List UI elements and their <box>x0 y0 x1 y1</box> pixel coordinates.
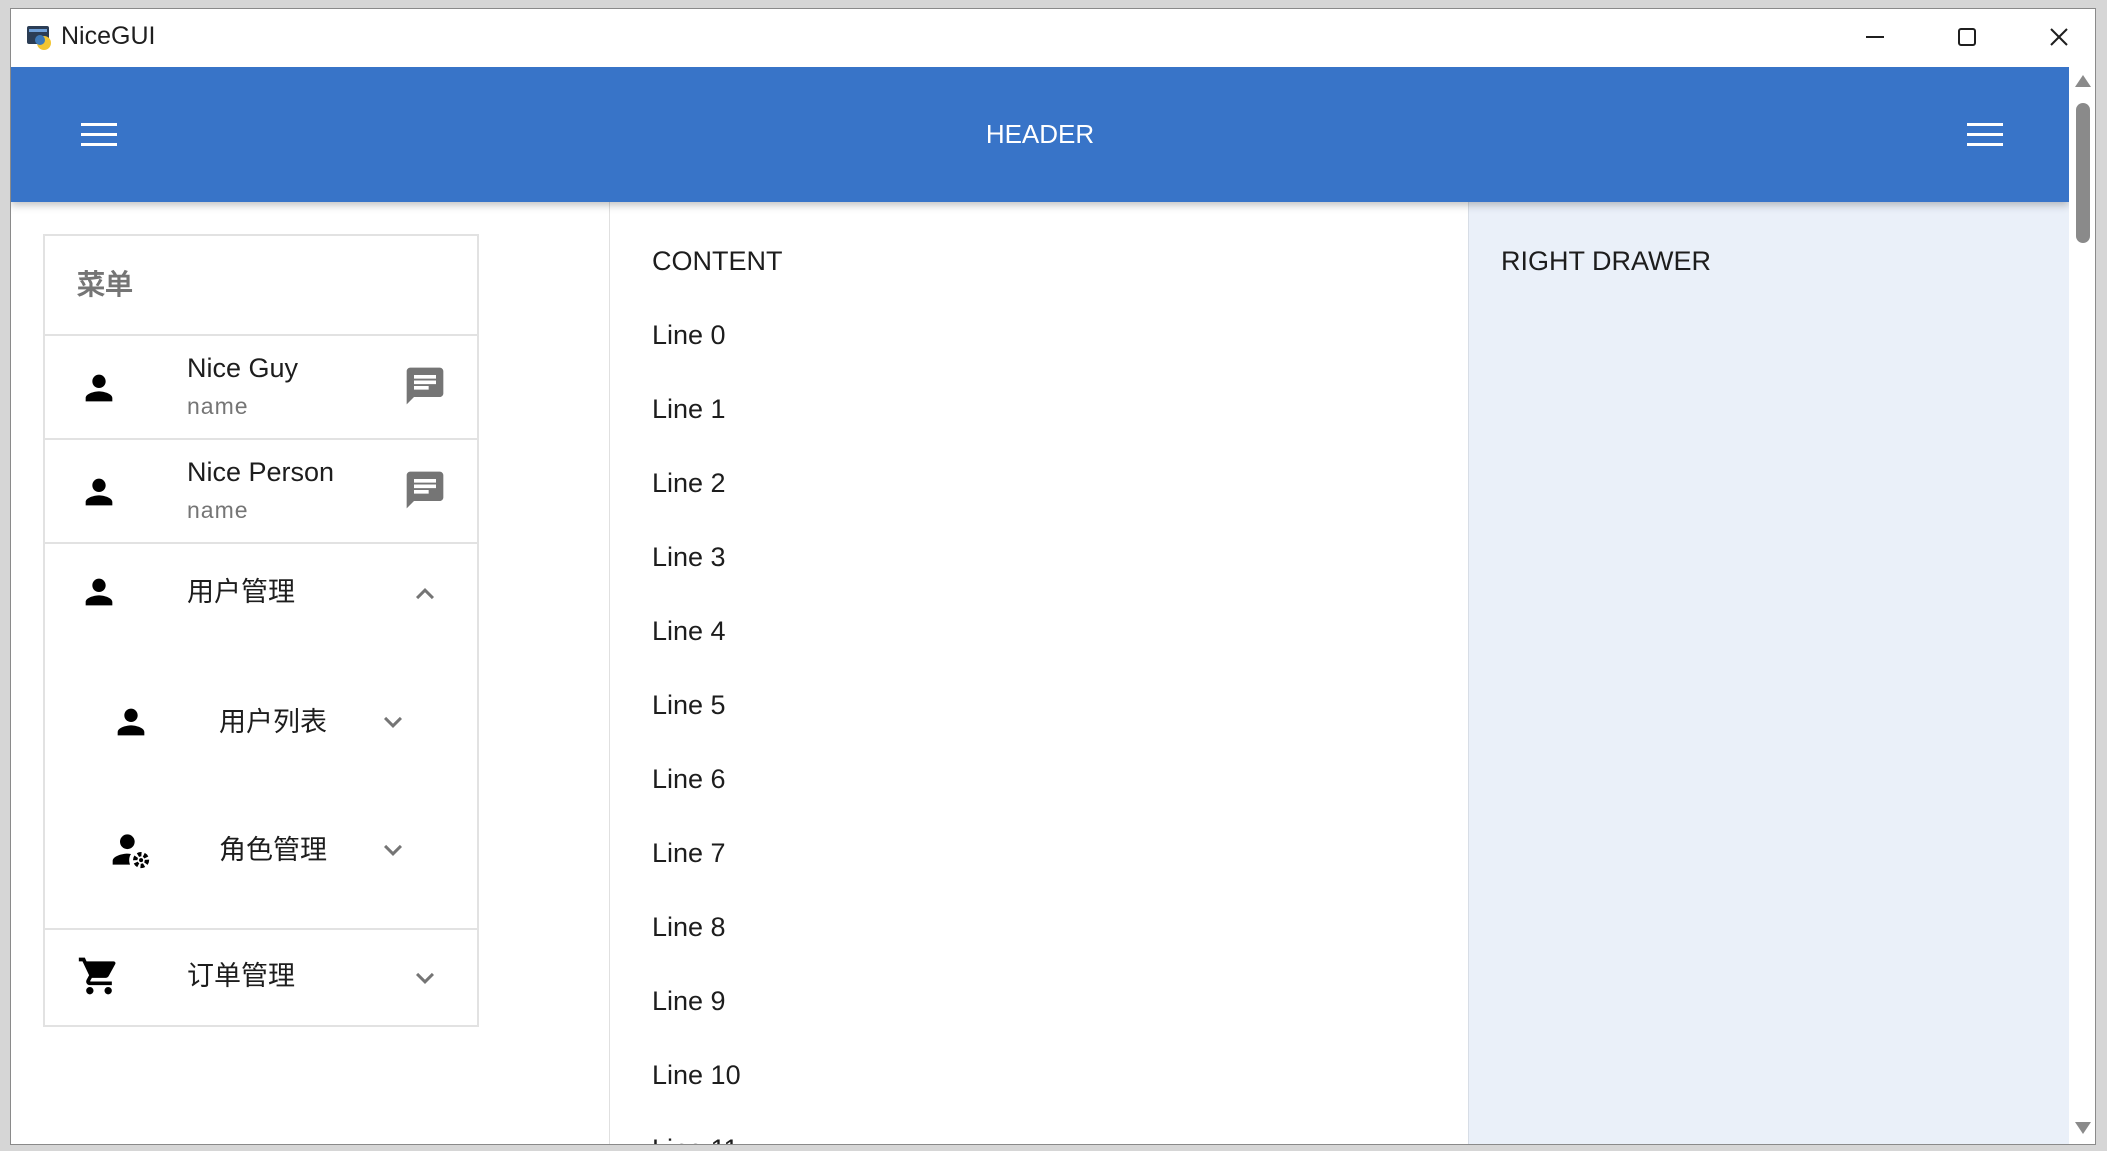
right-drawer-toggle-button[interactable] <box>1963 113 2007 157</box>
content-line: Line 2 <box>652 468 726 498</box>
right-drawer-title: RIGHT DRAWER <box>1501 246 1712 276</box>
minimize-icon <box>1866 36 1884 38</box>
scroll-up-arrow-icon[interactable] <box>2075 75 2091 87</box>
shopping-cart-icon <box>78 957 116 995</box>
item-title: 用户管理 <box>187 577 295 607</box>
list-item-nice-person[interactable]: Nice Person name <box>45 440 477 544</box>
content-line: Line 7 <box>652 838 726 868</box>
title-bar: NiceGUI <box>11 9 2095 65</box>
person-icon <box>85 478 113 506</box>
app-icon <box>27 26 51 50</box>
content-line: Line 0 <box>652 320 726 350</box>
item-title: Nice Guy <box>187 353 299 383</box>
maximize-button[interactable] <box>1921 9 2013 65</box>
close-icon <box>2050 28 2068 46</box>
menu-card: 菜单 Nice Guy name Nice Person name 用户管理 用… <box>43 234 479 1027</box>
content-line: Line 10 <box>652 1060 741 1090</box>
item-title: 用户列表 <box>219 707 327 737</box>
manage-accounts-icon <box>112 834 150 869</box>
right-drawer: RIGHT DRAWER <box>1468 202 2069 1144</box>
maximize-icon <box>1958 28 1976 46</box>
page-viewport: HEADER 菜单 Nice Guy name Nice Person name… <box>11 67 2069 1144</box>
expansion-header-role-management[interactable]: 角色管理 <box>45 800 477 900</box>
item-title: 角色管理 <box>219 835 327 865</box>
expansion-header-user-management[interactable]: 用户管理 <box>45 544 477 644</box>
content-title: CONTENT <box>652 246 783 276</box>
chevron-down-icon <box>384 716 402 728</box>
item-title: 订单管理 <box>187 961 295 991</box>
person-icon <box>85 374 113 402</box>
vertical-scrollbar[interactable] <box>2069 67 2095 1144</box>
list-item-nice-guy[interactable]: Nice Guy name <box>45 336 477 440</box>
chat-icon[interactable] <box>403 468 447 512</box>
expansion-header-order-management[interactable]: 订单管理 <box>45 930 477 1025</box>
chevron-down-icon <box>384 844 402 856</box>
app-window: NiceGUI HEADER 菜单 Nice Guy name Nice Per… <box>10 8 2096 1145</box>
main-content: CONTENT Line 0 Line 1 Line 2 Line 3 Line… <box>610 202 1467 1144</box>
chevron-down-icon <box>416 972 434 984</box>
expansion-user-management: 用户管理 用户列表 角色管理 <box>45 544 477 930</box>
scroll-down-arrow-icon[interactable] <box>2075 1122 2091 1134</box>
content-line: Line 5 <box>652 690 726 720</box>
left-drawer: 菜单 Nice Guy name Nice Person name 用户管理 用… <box>11 202 610 1144</box>
item-title: Nice Person <box>187 457 335 487</box>
expansion-header-user-list[interactable]: 用户列表 <box>45 672 477 772</box>
header: HEADER <box>11 67 2069 202</box>
chevron-up-icon <box>416 588 434 600</box>
content-line: Line 8 <box>652 912 726 942</box>
content-line: Line 3 <box>652 542 726 572</box>
minimize-button[interactable] <box>1829 9 1921 65</box>
content-line: Line 11 <box>652 1132 739 1144</box>
person-icon <box>117 708 145 736</box>
content-line: Line 6 <box>652 764 726 794</box>
content-line: Line 4 <box>652 616 726 646</box>
menu-header: 菜单 <box>45 236 477 336</box>
item-caption: name <box>187 393 249 419</box>
item-caption: name <box>187 497 249 523</box>
person-icon <box>85 578 113 606</box>
content-line: Line 9 <box>652 986 726 1016</box>
chat-icon[interactable] <box>403 364 447 408</box>
close-button[interactable] <box>2013 9 2095 65</box>
window-title: NiceGUI <box>61 22 156 50</box>
content-line: Line 1 <box>652 394 726 424</box>
header-title: HEADER <box>985 119 1095 149</box>
scrollbar-thumb[interactable] <box>2076 103 2090 243</box>
menu-title: 菜单 <box>77 269 134 300</box>
